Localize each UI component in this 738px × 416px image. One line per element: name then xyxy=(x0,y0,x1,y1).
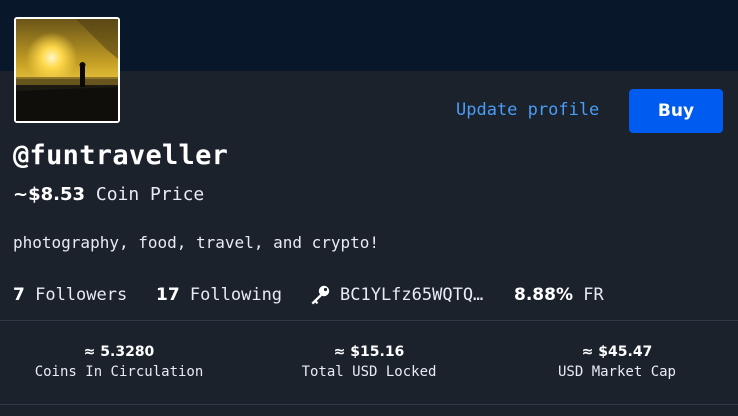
key-icon xyxy=(309,285,331,305)
followers-stat[interactable]: 7 Followers xyxy=(13,285,127,305)
coin-price: ~$8.53 Coin Price xyxy=(13,184,204,205)
coin-price-value: ~$8.53 xyxy=(13,184,86,205)
profile-bio: photography, food, travel, and crypto! xyxy=(13,233,380,252)
founder-reward-label: FR xyxy=(583,285,604,305)
metric-total-usd-locked: ≈ $15.16 Total USD Locked xyxy=(249,344,489,380)
following-stat[interactable]: 17 Following xyxy=(156,285,282,305)
following-count: 17 xyxy=(156,285,180,305)
metric-coins-in-circulation: ≈ 5.3280 Coins In Circulation xyxy=(0,344,239,380)
metric-value: ≈ $45.47 xyxy=(581,344,653,360)
update-profile-link[interactable]: Update profile xyxy=(456,100,599,120)
metric-label: Total USD Locked xyxy=(301,364,437,380)
avatar[interactable] xyxy=(14,17,120,123)
following-label: Following xyxy=(189,285,283,305)
followers-count: 7 xyxy=(13,285,25,305)
founder-reward-value: 8.88% xyxy=(514,285,573,305)
founder-reward: 8.88% FR xyxy=(514,285,604,305)
avatar-image xyxy=(16,19,118,121)
metric-value: ≈ 5.3280 xyxy=(83,344,155,360)
username: @funtraveller xyxy=(13,140,229,171)
metric-label: USD Market Cap xyxy=(557,364,676,380)
buy-button[interactable]: Buy xyxy=(629,89,723,133)
public-key[interactable]: BC1YLfz65WQTQ… xyxy=(340,285,483,305)
coin-price-label: Coin Price xyxy=(95,184,205,205)
metric-usd-market-cap: ≈ $45.47 USD Market Cap xyxy=(497,344,737,380)
followers-label: Followers xyxy=(35,285,128,305)
section-divider xyxy=(0,320,738,321)
metric-value: ≈ $15.16 xyxy=(333,344,405,360)
metric-label: Coins In Circulation xyxy=(34,364,204,380)
bottom-divider xyxy=(0,404,738,405)
